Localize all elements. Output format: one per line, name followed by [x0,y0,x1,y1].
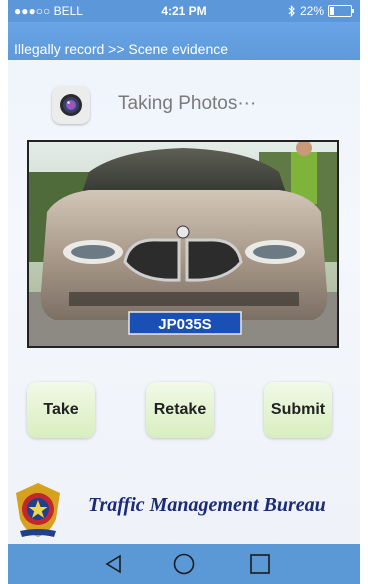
battery-percent: 22% [299,4,324,18]
status-bar: ●●●○○ BELL 4:21 PM 22% [8,0,360,22]
header-bar: Illegally record >> Scene evidence [8,22,360,60]
police-emblem-icon [12,481,64,539]
home-circle-icon[interactable] [154,544,214,584]
camera-icon[interactable] [52,86,90,124]
bluetooth-icon [288,5,295,17]
take-button[interactable]: Take [27,382,95,438]
evidence-photo: JP035S [27,140,339,348]
submit-button[interactable]: Submit [264,382,332,438]
back-triangle-icon[interactable] [84,544,144,584]
license-plate: JP035S [158,316,211,333]
bureau-name: Traffic Management Bureau [88,494,326,516]
recents-square-icon[interactable] [230,544,290,584]
navigation-bar [8,544,360,584]
breadcrumb[interactable]: Illegally record >> Scene evidence [14,41,228,57]
battery-status: 22% [288,4,354,18]
retake-button[interactable]: Retake [146,382,214,438]
page-title: Taking Photos··· [118,93,257,114]
battery-level-fill [330,7,335,15]
app-screen: ●●●○○ BELL 4:21 PM 22% Illegally record … [8,0,360,584]
battery-icon [328,5,354,17]
